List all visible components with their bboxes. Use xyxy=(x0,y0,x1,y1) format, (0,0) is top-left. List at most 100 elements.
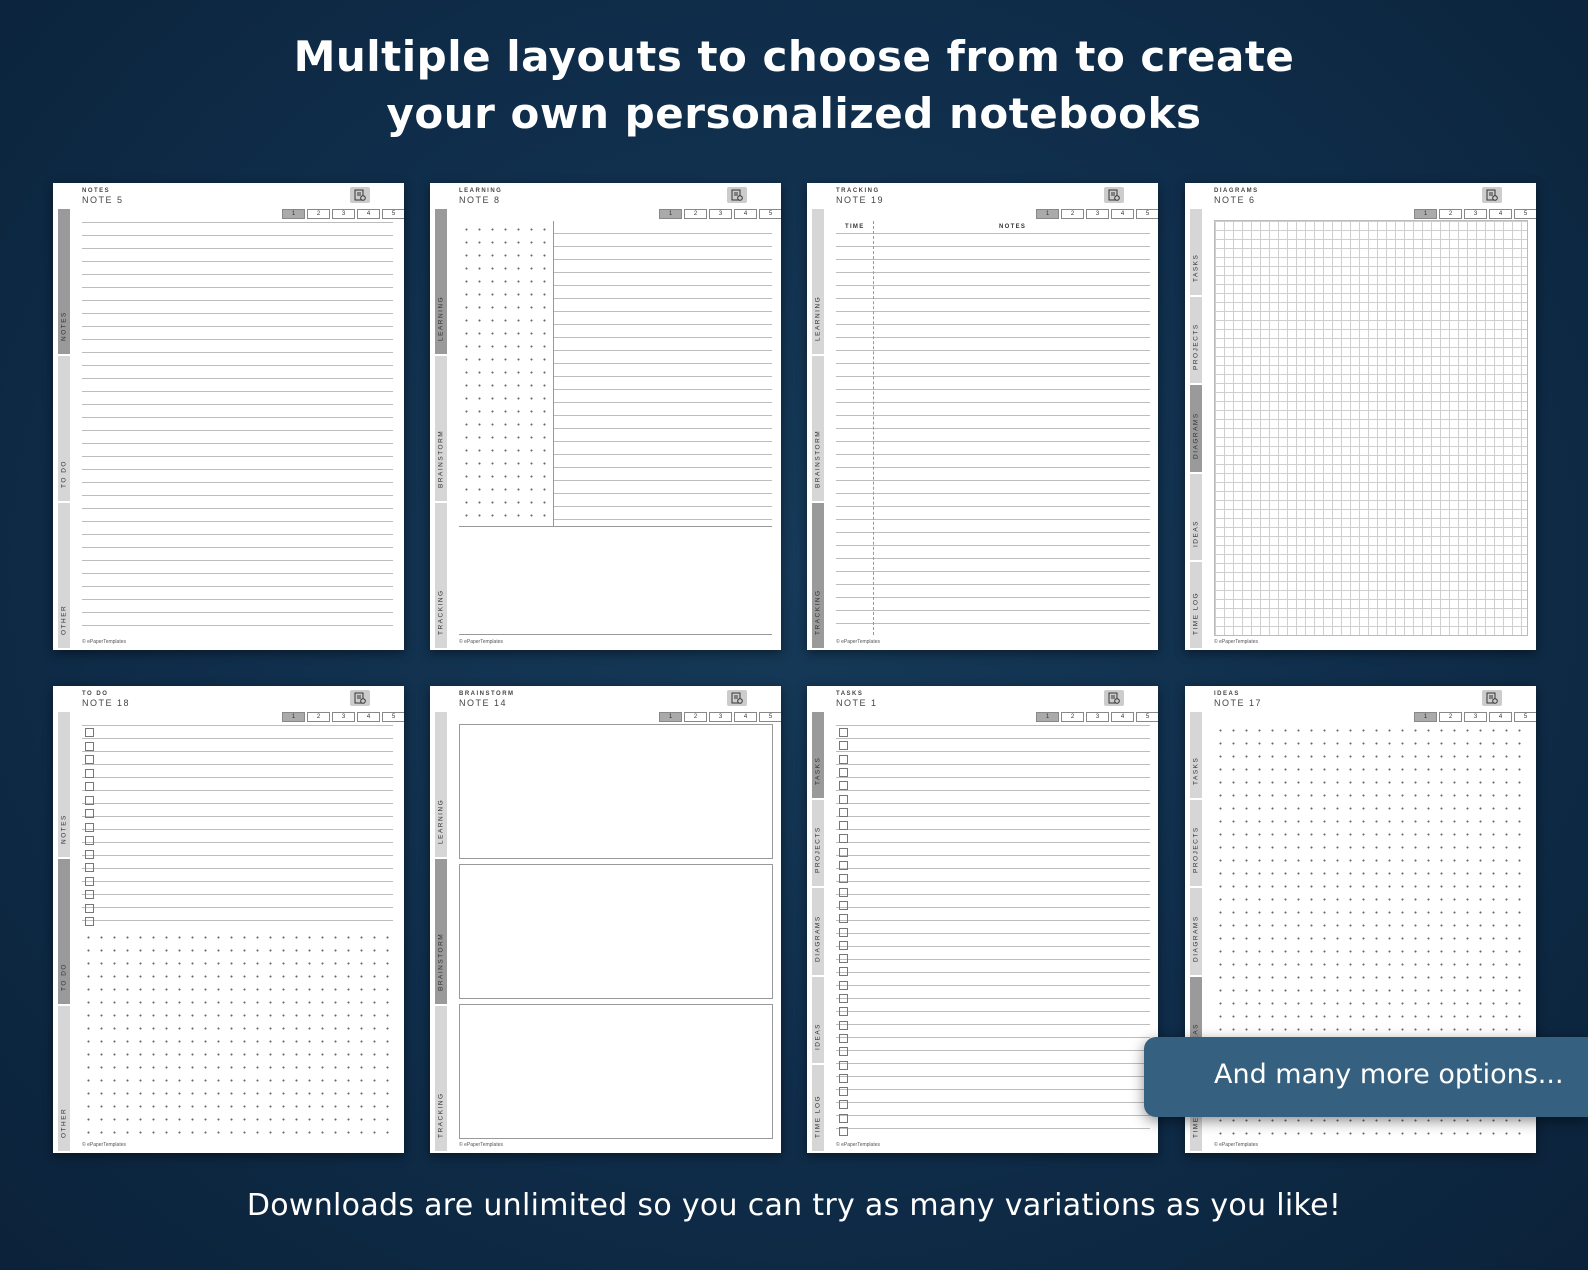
task-checkbox[interactable] xyxy=(839,900,848,910)
task-checkbox[interactable] xyxy=(839,874,848,884)
task-checkbox[interactable] xyxy=(839,767,848,777)
section-tab: TO DO xyxy=(58,356,70,501)
layout-title: NOTE 19 xyxy=(836,195,885,205)
checkbox[interactable] xyxy=(85,795,94,805)
task-checkbox[interactable] xyxy=(839,1100,848,1110)
task-checkbox[interactable] xyxy=(839,954,848,964)
checkbox[interactable] xyxy=(85,728,94,737)
notebook-index-icon xyxy=(350,187,370,203)
section-tab: LEARNING xyxy=(812,209,824,354)
task-checkbox[interactable] xyxy=(839,914,848,924)
task-checkbox[interactable] xyxy=(839,980,848,990)
task-checkbox[interactable] xyxy=(839,741,848,751)
copyright-text: © ePaperTemplates xyxy=(836,639,880,645)
brainstorm-box xyxy=(459,1004,773,1139)
checkbox[interactable] xyxy=(85,890,94,899)
task-checkbox[interactable] xyxy=(839,861,848,870)
task-checkbox[interactable] xyxy=(839,1047,848,1057)
task-checkbox[interactable] xyxy=(839,807,848,817)
notebook-index-icon xyxy=(1104,187,1124,203)
task-checkbox[interactable] xyxy=(839,781,848,791)
section-tabs: LEARNING BRAINSTORM TRACKING xyxy=(435,712,447,1151)
section-tab-label: NOTES xyxy=(60,814,68,844)
task-checkbox[interactable] xyxy=(839,1060,848,1070)
section-tab-label: TASKS xyxy=(814,756,822,786)
task-checkbox[interactable] xyxy=(839,1113,848,1123)
headline: Multiple layouts to choose from to creat… xyxy=(0,28,1588,142)
task-checkbox[interactable] xyxy=(839,1087,848,1097)
layout-category: BRAINSTORM xyxy=(459,691,515,697)
task-checkbox[interactable] xyxy=(839,927,848,937)
notebook-index-icon xyxy=(727,187,747,203)
notebook-index-icon xyxy=(727,690,747,706)
page-number-button: 2 xyxy=(1061,209,1084,219)
callout-text: And many more options... xyxy=(1214,1059,1564,1090)
section-tab: LEARNING xyxy=(435,209,447,354)
section-tab-label: OTHER xyxy=(60,1107,68,1138)
task-checkbox[interactable] xyxy=(839,834,848,844)
page-selector: 12345 xyxy=(1036,209,1158,219)
section-tab-label: PROJECTS xyxy=(814,826,822,874)
task-checkbox[interactable] xyxy=(839,1127,848,1136)
task-checkbox[interactable] xyxy=(839,887,848,897)
ruled-lines xyxy=(82,210,393,635)
dot-panel-border xyxy=(458,221,554,526)
section-tab-label: BRAINSTORM xyxy=(437,429,445,488)
checkbox[interactable] xyxy=(85,863,94,872)
ruled-lines xyxy=(554,221,772,526)
section-tab: NOTES xyxy=(58,712,70,857)
bottom-divider xyxy=(459,634,772,635)
task-checkbox[interactable] xyxy=(839,754,848,764)
layout-title: NOTE 1 xyxy=(836,698,878,708)
notebook-layout-card: LEARNING NOTE 8 1 2 3 4 5 LEARNING BRAINSTORM TRA… xyxy=(430,183,781,650)
task-checkbox[interactable] xyxy=(839,821,848,831)
notebook-layout-card: TRACKING NOTE 19 1 2 3 4 5 LEARNING BRAINSTORM TR… xyxy=(807,183,1158,650)
layout-category: LEARNING xyxy=(459,188,503,194)
page-selector: 12345 xyxy=(1414,209,1536,219)
page-number-button: 2 xyxy=(684,209,707,219)
checkbox[interactable] xyxy=(85,849,94,859)
section-tab-label: PROJECTS xyxy=(1192,323,1200,371)
section-tabs: NOTES TO DO OTHER xyxy=(58,712,70,1151)
dot-grid xyxy=(82,931,393,1136)
checkbox[interactable] xyxy=(85,876,94,886)
checkbox[interactable] xyxy=(85,755,94,764)
task-checkbox[interactable] xyxy=(839,1073,848,1083)
section-tab: TO DO xyxy=(58,859,70,1004)
page-number-button: 5 xyxy=(1514,712,1536,722)
task-checkbox[interactable] xyxy=(839,1007,848,1017)
task-checkbox[interactable] xyxy=(839,940,848,950)
checkbox[interactable] xyxy=(85,782,94,791)
section-tab-label: IDEAS xyxy=(814,1022,822,1050)
page-number-button: 3 xyxy=(709,712,732,722)
page-selector: 12345 xyxy=(659,209,781,219)
checkbox[interactable] xyxy=(85,836,94,845)
ruled-lines xyxy=(836,221,1150,635)
copyright-text: © ePaperTemplates xyxy=(82,639,126,645)
task-checkbox[interactable] xyxy=(839,794,848,804)
checkbox[interactable] xyxy=(85,741,94,751)
task-checkbox[interactable] xyxy=(839,847,848,857)
checkbox[interactable] xyxy=(85,822,94,832)
section-tab-label: OTHER xyxy=(60,604,68,635)
notebook-index-icon xyxy=(1482,690,1502,706)
section-tab: OTHER xyxy=(58,1006,70,1151)
task-checkbox[interactable] xyxy=(839,1020,848,1030)
section-tab: TRACKING xyxy=(435,1006,447,1151)
layout-category: TRACKING xyxy=(836,188,880,194)
section-tab: OTHER xyxy=(58,503,70,648)
task-checkbox[interactable] xyxy=(839,967,848,977)
section-tab-label: TO DO xyxy=(60,963,68,991)
section-tab: PROJECTS xyxy=(1190,297,1202,384)
copyright-text: © ePaperTemplates xyxy=(1214,1142,1258,1148)
page-number-button: 4 xyxy=(1111,209,1134,219)
page-number-button: 5 xyxy=(1136,209,1158,219)
page-number-button: 5 xyxy=(759,712,781,722)
checkbox[interactable] xyxy=(85,768,94,778)
task-checkbox[interactable] xyxy=(839,994,848,1003)
task-checkbox[interactable] xyxy=(839,728,848,737)
task-checkbox[interactable] xyxy=(839,1033,848,1043)
checkbox[interactable] xyxy=(85,809,94,818)
checkbox[interactable] xyxy=(85,903,94,913)
checkbox[interactable] xyxy=(85,917,94,926)
